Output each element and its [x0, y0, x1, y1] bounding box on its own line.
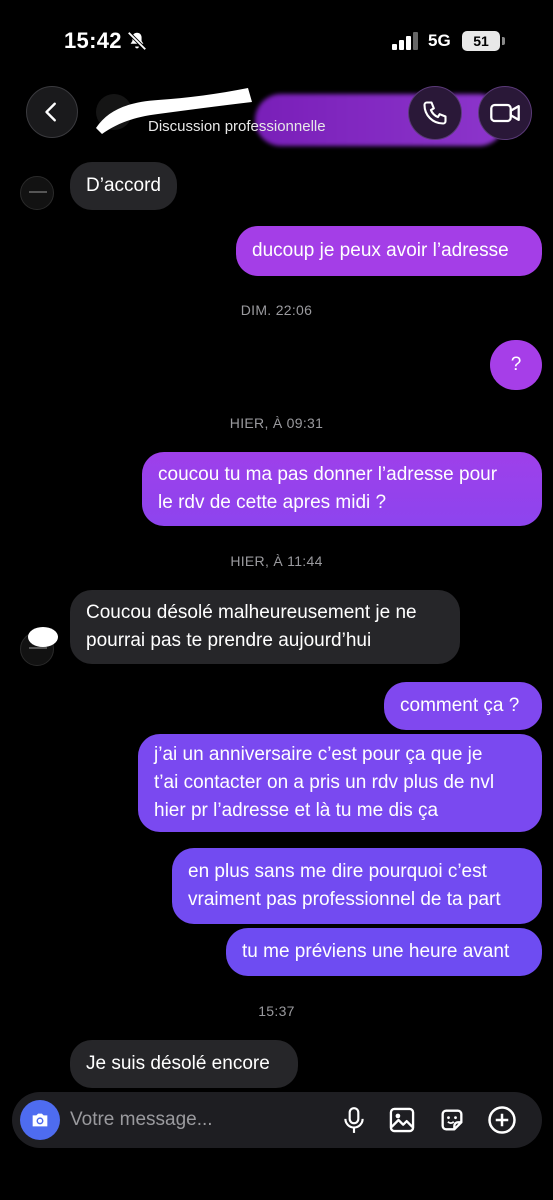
camera-icon	[32, 1113, 48, 1127]
message-incoming[interactable]: Je suis désolé encore	[70, 1040, 298, 1088]
status-time: 15:42	[64, 28, 122, 53]
message-text: ?	[510, 354, 522, 375]
message-outgoing[interactable]: ducoup je peux avoir l’adresse	[236, 226, 542, 276]
battery-icon: 51	[462, 31, 505, 51]
message-text-line: vraiment pas professionnel de ta part	[188, 889, 501, 910]
camera-button[interactable]	[20, 1100, 60, 1140]
back-button[interactable]	[26, 86, 78, 138]
sticker-button[interactable]	[436, 1104, 468, 1136]
message-text-line: le rdv de cette apres midi ?	[158, 492, 387, 513]
message-outgoing[interactable]: coucou tu ma pas donner l’adresse pour l…	[142, 452, 542, 526]
message-text: comment ça ?	[400, 695, 520, 716]
contact-avatar-small	[20, 176, 54, 210]
message-text: Je suis désolé encore	[86, 1053, 270, 1074]
video-camera-icon	[490, 103, 520, 123]
image-icon	[389, 1107, 415, 1133]
timestamp-divider: HIER, À 09:31	[229, 415, 324, 431]
message-text: tu me préviens une heure avant	[242, 941, 510, 962]
signal-icon	[392, 32, 418, 50]
plus-circle-icon	[488, 1106, 516, 1134]
message-text: ducoup je peux avoir l’adresse	[252, 240, 509, 261]
call-button[interactable]	[408, 86, 462, 140]
bell-muted-icon	[127, 31, 147, 51]
gallery-button[interactable]	[386, 1104, 418, 1136]
network-type: 5G	[428, 31, 451, 50]
chat-subtitle: Discussion professionnelle	[148, 118, 326, 135]
message-text-line: j’ai un anniversaire c’est pour ça que j…	[154, 744, 483, 765]
message-outgoing[interactable]: ?	[490, 340, 542, 390]
message-input[interactable]	[70, 1100, 330, 1140]
add-button[interactable]	[486, 1104, 518, 1136]
message-text: D’accord	[86, 175, 161, 196]
timestamp-divider: 15:37	[258, 1003, 295, 1019]
timestamp-divider: DIM. 22:06	[240, 302, 313, 318]
message-outgoing[interactable]: j’ai un anniversaire c’est pour ça que j…	[138, 734, 542, 832]
sticker-icon	[441, 1109, 463, 1131]
message-text-line: pourrai pas te prendre aujourd’hui	[86, 630, 372, 651]
chat-header: Discussion professionnelle	[0, 80, 553, 150]
message-text-line: coucou tu ma pas donner l’adresse pour	[158, 464, 498, 485]
message-outgoing[interactable]: tu me préviens une heure avant	[226, 928, 542, 976]
message-text-line: hier pr l’adresse et là tu me dis ça	[154, 800, 439, 821]
status-bar: 15:42 5G 51	[0, 0, 553, 80]
message-incoming[interactable]: D’accord	[70, 162, 177, 210]
message-text-line: Coucou désolé malheureusement je ne	[86, 602, 417, 623]
timestamp-divider: HIER, À 11:44	[230, 553, 323, 569]
message-outgoing[interactable]: comment ça ?	[384, 682, 542, 730]
message-incoming[interactable]: Coucou désolé malheureusement je ne pour…	[70, 590, 460, 664]
microphone-icon	[344, 1107, 364, 1133]
microphone-button[interactable]	[338, 1104, 370, 1136]
redaction-mark	[28, 627, 58, 647]
message-composer	[12, 1092, 542, 1148]
message-outgoing[interactable]: en plus sans me dire pourquoi c’est vrai…	[172, 848, 542, 924]
chevron-left-icon	[45, 102, 56, 122]
message-text-line: en plus sans me dire pourquoi c’est	[188, 861, 487, 882]
message-text-line: t’ai contacter on a pris un rdv plus de …	[154, 772, 495, 793]
video-call-button[interactable]	[478, 86, 532, 140]
phone-icon	[423, 101, 447, 125]
